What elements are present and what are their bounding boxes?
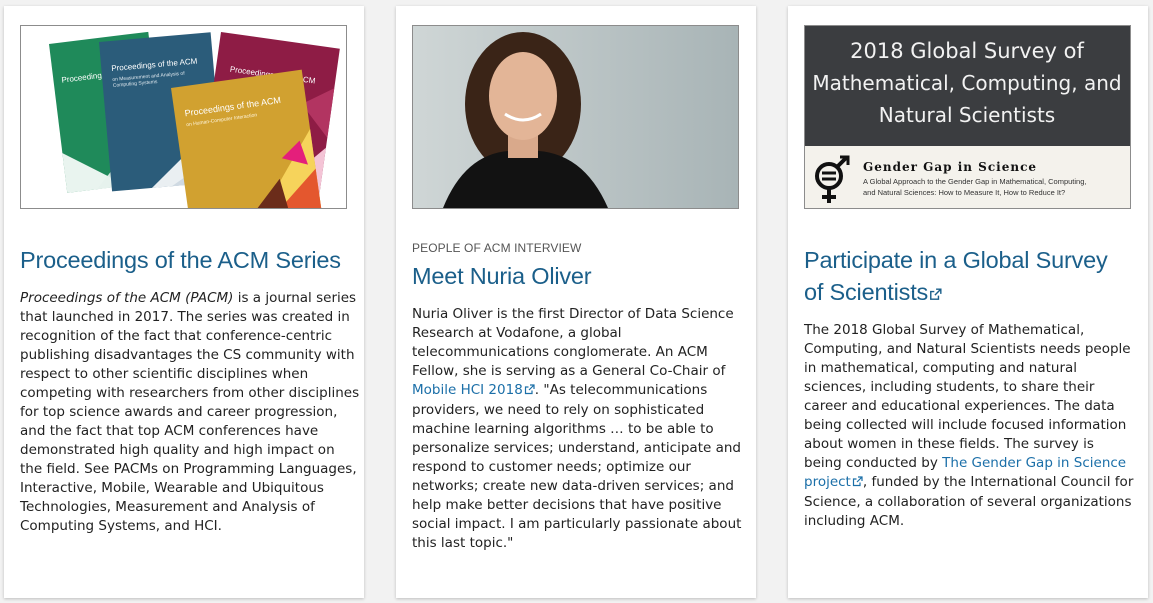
kicker-label: PEOPLE OF ACM INTERVIEW [412, 241, 582, 255]
external-link-icon [852, 474, 863, 493]
card-people-of-acm: PEOPLE OF ACM INTERVIEW Meet Nuria Olive… [396, 6, 756, 598]
banner-gender-sub-2: and Natural Sciences: How to Measure It,… [863, 188, 1065, 197]
card-title[interactable]: Participate in a Global Survey of Scient… [804, 244, 1124, 309]
card-body-italic: Proceedings of the ACM (PACM) [20, 290, 234, 306]
card-body-text: The 2018 Global Survey of Mathematical, … [804, 322, 1131, 471]
card-pacm: Proceedings of the ACM Proceedings of th… [4, 6, 364, 598]
card-body-text: is a journal series that launched in 201… [20, 290, 360, 534]
card-body-text: Nuria Oliver is the first Director of Da… [412, 306, 734, 379]
pacm-covers-image[interactable]: Proceedings of the ACM Proceedings of th… [20, 25, 347, 209]
nuria-oliver-photo[interactable] [412, 25, 739, 209]
card-title[interactable]: Meet Nuria Oliver [412, 260, 592, 292]
survey-title-text[interactable]: Participate in a Global Survey of Scient… [804, 247, 1108, 305]
card-title[interactable]: Proceedings of the ACM Series [20, 244, 341, 276]
banner-line-3: Natural Scientists [879, 103, 1055, 127]
survey-banner-image[interactable]: 2018 Global Survey of Mathematical, Comp… [804, 25, 1131, 209]
external-link-icon [524, 382, 535, 401]
banner-gender-title: Gender Gap in Science [863, 160, 1037, 174]
mobile-hci-link-text[interactable]: Mobile HCI 2018 [412, 382, 523, 398]
survey-title-link[interactable]: Participate in a Global Survey of Scient… [804, 247, 1108, 305]
card-body: The 2018 Global Survey of Mathematical, … [804, 321, 1134, 531]
card-body-text-after: . "As telecommunications providers, we n… [412, 382, 742, 551]
card-global-survey: 2018 Global Survey of Mathematical, Comp… [788, 6, 1148, 598]
card-body: Nuria Oliver is the first Director of Da… [412, 305, 752, 553]
external-link-icon [929, 277, 942, 309]
mobile-hci-link[interactable]: Mobile HCI 2018 [412, 382, 535, 398]
card-body: Proceedings of the ACM (PACM) is a journ… [20, 289, 360, 536]
banner-line-2: Mathematical, Computing, and [812, 71, 1121, 95]
banner-gender-sub-1: A Global Approach to the Gender Gap in M… [863, 177, 1086, 186]
banner-line-1: 2018 Global Survey of [850, 39, 1084, 63]
